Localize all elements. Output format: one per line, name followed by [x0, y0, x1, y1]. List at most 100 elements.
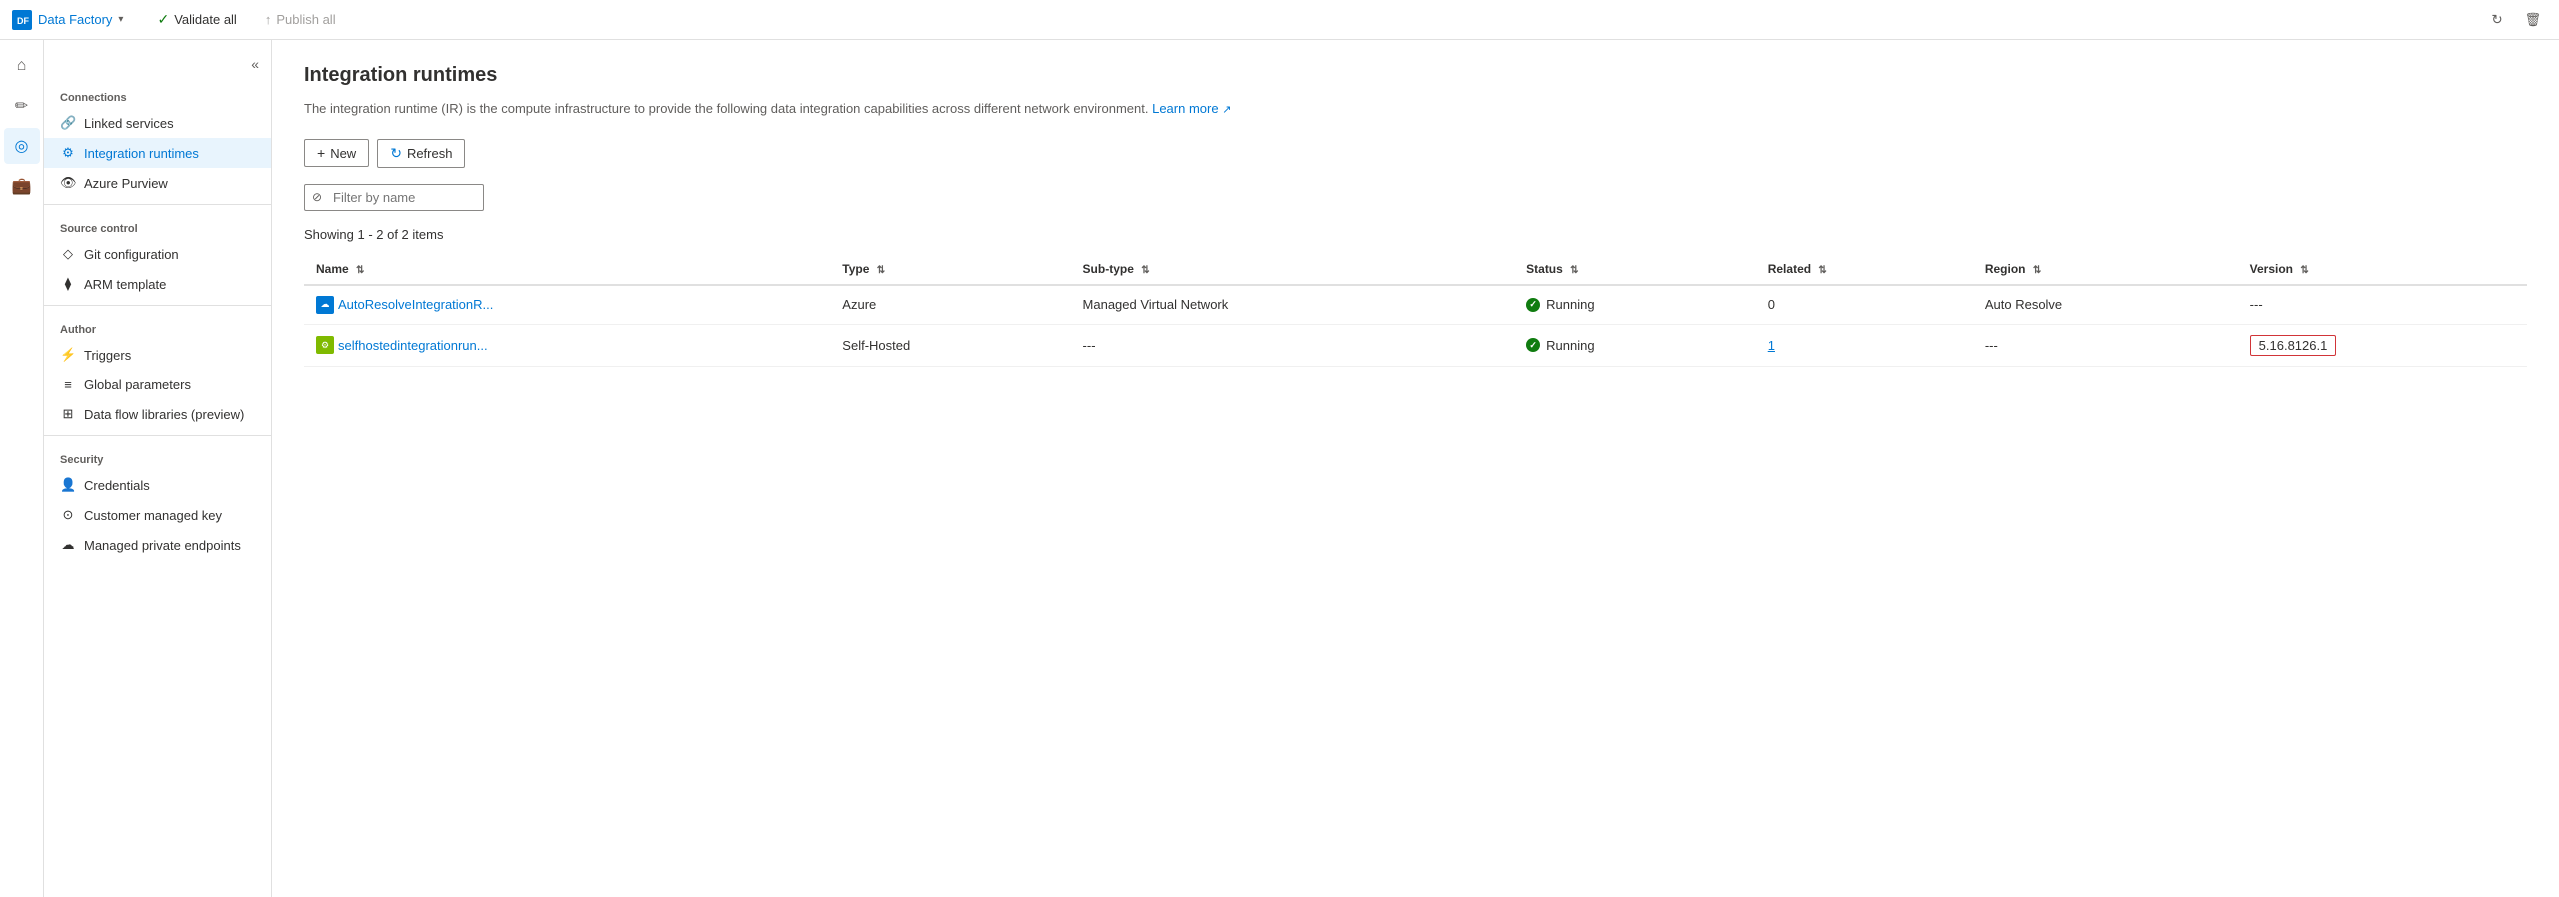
page-title: Integration runtimes — [304, 64, 2527, 87]
refresh-button[interactable]: ↻ Refresh — [377, 139, 465, 168]
sidebar-collapse-button[interactable]: « — [247, 52, 263, 76]
arm-template-icon: ⧫ — [60, 276, 76, 292]
sidebar-item-linked-services[interactable]: 🔗 Linked services — [44, 108, 271, 138]
sidebar-icon-manage[interactable]: 💼 — [4, 168, 40, 204]
sidebar-item-label: ARM template — [84, 277, 166, 292]
nav-section-source-control: Source control — [44, 211, 271, 239]
col-status: Status ⇅ — [1514, 254, 1756, 285]
cell-type: Self-Hosted — [830, 324, 1070, 366]
sidebar-item-label: Global parameters — [84, 377, 191, 392]
sidebar-item-credentials[interactable]: 👤 Credentials — [44, 470, 271, 500]
col-name: Name ⇅ — [304, 254, 830, 285]
sidebar-item-managed-private-endpoints[interactable]: ☁ Managed private endpoints — [44, 530, 271, 560]
refresh-topbar-icon: ↻ — [2491, 12, 2502, 28]
sidebar-item-label: Integration runtimes — [84, 146, 199, 161]
name-cell-wrap: ☁AutoResolveIntegrationR... — [316, 296, 818, 314]
cell-related: 0 — [1756, 285, 1973, 325]
sidebar-icon-monitor[interactable]: ◎ — [4, 128, 40, 164]
brand-label: Data Factory — [38, 12, 112, 27]
sidebar-item-integration-runtimes[interactable]: ⚙ Integration runtimes — [44, 138, 271, 168]
sidebar-item-arm-template[interactable]: ⧫ ARM template — [44, 269, 271, 299]
global-parameters-icon: ≡ — [60, 377, 76, 392]
filter-input[interactable] — [304, 184, 484, 211]
credentials-icon: 👤 — [60, 477, 76, 493]
cell-subtype: Managed Virtual Network — [1071, 285, 1515, 325]
nav-section-author: Author — [44, 312, 271, 340]
cell-type: Azure — [830, 285, 1070, 325]
status-text: Running — [1546, 338, 1594, 353]
sidebar-item-label: Azure Purview — [84, 176, 168, 191]
main-layout: ⌂ ✏ ◎ 💼 « Connections 🔗 Linked services … — [0, 40, 2559, 897]
nav-divider-1 — [44, 204, 271, 205]
cell-related: 1 — [1756, 324, 1973, 366]
nav-sidebar: « Connections 🔗 Linked services ⚙ Integr… — [44, 40, 272, 897]
validate-icon: ✓ — [157, 11, 169, 28]
sidebar-item-azure-purview[interactable]: 👁 Azure Purview — [44, 168, 271, 198]
sidebar-item-git-configuration[interactable]: ◇ Git configuration — [44, 239, 271, 269]
sidebar-icon-author[interactable]: ✏ — [4, 88, 40, 124]
managed-private-endpoints-icon: ☁ — [60, 537, 76, 553]
description: The integration runtime (IR) is the comp… — [304, 99, 2527, 119]
brand-dropdown-icon[interactable]: ▾ — [118, 14, 123, 25]
ir-name-link[interactable]: selfhostedintegrationrun... — [338, 338, 488, 353]
content-area: Integration runtimes The integration run… — [272, 40, 2559, 897]
sidebar-item-label: Customer managed key — [84, 508, 222, 523]
publish-all-button[interactable]: ↑ Publish all — [255, 8, 346, 31]
new-icon: + — [317, 145, 325, 161]
sort-icon-region[interactable]: ⇅ — [2033, 265, 2041, 276]
col-type: Type ⇅ — [830, 254, 1070, 285]
integration-runtimes-table: Name ⇅ Type ⇅ Sub-type ⇅ Status ⇅ Relate… — [304, 254, 2527, 367]
data-flow-libraries-icon: ⊞ — [60, 406, 76, 422]
sidebar-item-customer-managed-key[interactable]: ⊙ Customer managed key — [44, 500, 271, 530]
trash-button[interactable]: 🗑 — [2519, 6, 2547, 34]
sidebar-item-label: Linked services — [84, 116, 174, 131]
status-dot — [1526, 298, 1540, 312]
nav-sidebar-header: « — [44, 48, 271, 80]
status-dot — [1526, 338, 1540, 352]
cell-name: ⚙ selfhostedintegrationrun... — [304, 324, 830, 366]
col-version: Version ⇅ — [2238, 254, 2527, 285]
refresh-topbar-button[interactable]: ↻ — [2483, 6, 2511, 34]
cell-subtype: --- — [1071, 324, 1515, 366]
toolbar: + New ↻ Refresh — [304, 139, 2527, 168]
sidebar-item-label: Triggers — [84, 348, 131, 363]
validate-all-button[interactable]: ✓ Validate all — [147, 7, 246, 32]
sort-icon-status[interactable]: ⇅ — [1570, 265, 1578, 276]
sidebar-icon-home[interactable]: ⌂ — [4, 48, 40, 84]
col-subtype: Sub-type ⇅ — [1071, 254, 1515, 285]
ir-name-link[interactable]: AutoResolveIntegrationR... — [338, 297, 493, 312]
sort-icon-name[interactable]: ⇅ — [356, 265, 364, 276]
cell-version: 5.16.8126.1 — [2238, 324, 2527, 366]
col-region: Region ⇅ — [1973, 254, 2238, 285]
integration-runtimes-icon: ⚙ — [60, 145, 76, 161]
sort-icon-type[interactable]: ⇅ — [877, 265, 885, 276]
selfhosted-ir-icon: ⚙ — [316, 336, 334, 354]
table-header-row: Name ⇅ Type ⇅ Sub-type ⇅ Status ⇅ Relate… — [304, 254, 2527, 285]
sidebar-item-label: Data flow libraries (preview) — [84, 407, 244, 422]
sidebar-item-label: Credentials — [84, 478, 150, 493]
sort-icon-subtype[interactable]: ⇅ — [1141, 265, 1149, 276]
sidebar-item-label: Git configuration — [84, 247, 179, 262]
nav-section-security: Security — [44, 442, 271, 470]
cell-name: ☁AutoResolveIntegrationR... — [304, 285, 830, 325]
name-cell-wrap: ⚙ selfhostedintegrationrun... — [316, 336, 818, 354]
col-related: Related ⇅ — [1756, 254, 1973, 285]
sidebar-item-data-flow-libraries[interactable]: ⊞ Data flow libraries (preview) — [44, 399, 271, 429]
sort-icon-version[interactable]: ⇅ — [2300, 265, 2308, 276]
sidebar-item-triggers[interactable]: ⚡ Triggers — [44, 340, 271, 370]
learn-more-link[interactable]: Learn more ↗ — [1152, 101, 1231, 116]
related-link[interactable]: 1 — [1768, 338, 1775, 353]
nav-divider-3 — [44, 435, 271, 436]
publish-icon: ↑ — [265, 12, 272, 27]
git-configuration-icon: ◇ — [60, 246, 76, 262]
customer-managed-key-icon: ⊙ — [60, 507, 76, 523]
status-badge: Running — [1526, 338, 1744, 353]
new-button[interactable]: + New — [304, 139, 369, 167]
refresh-icon: ↻ — [390, 145, 402, 162]
svg-text:DF: DF — [17, 16, 29, 26]
version-highlighted: 5.16.8126.1 — [2250, 335, 2337, 356]
sort-icon-related[interactable]: ⇅ — [1818, 265, 1826, 276]
status-badge: Running — [1526, 297, 1744, 312]
sidebar-item-global-parameters[interactable]: ≡ Global parameters — [44, 370, 271, 399]
icon-sidebar: ⌂ ✏ ◎ 💼 — [0, 40, 44, 897]
